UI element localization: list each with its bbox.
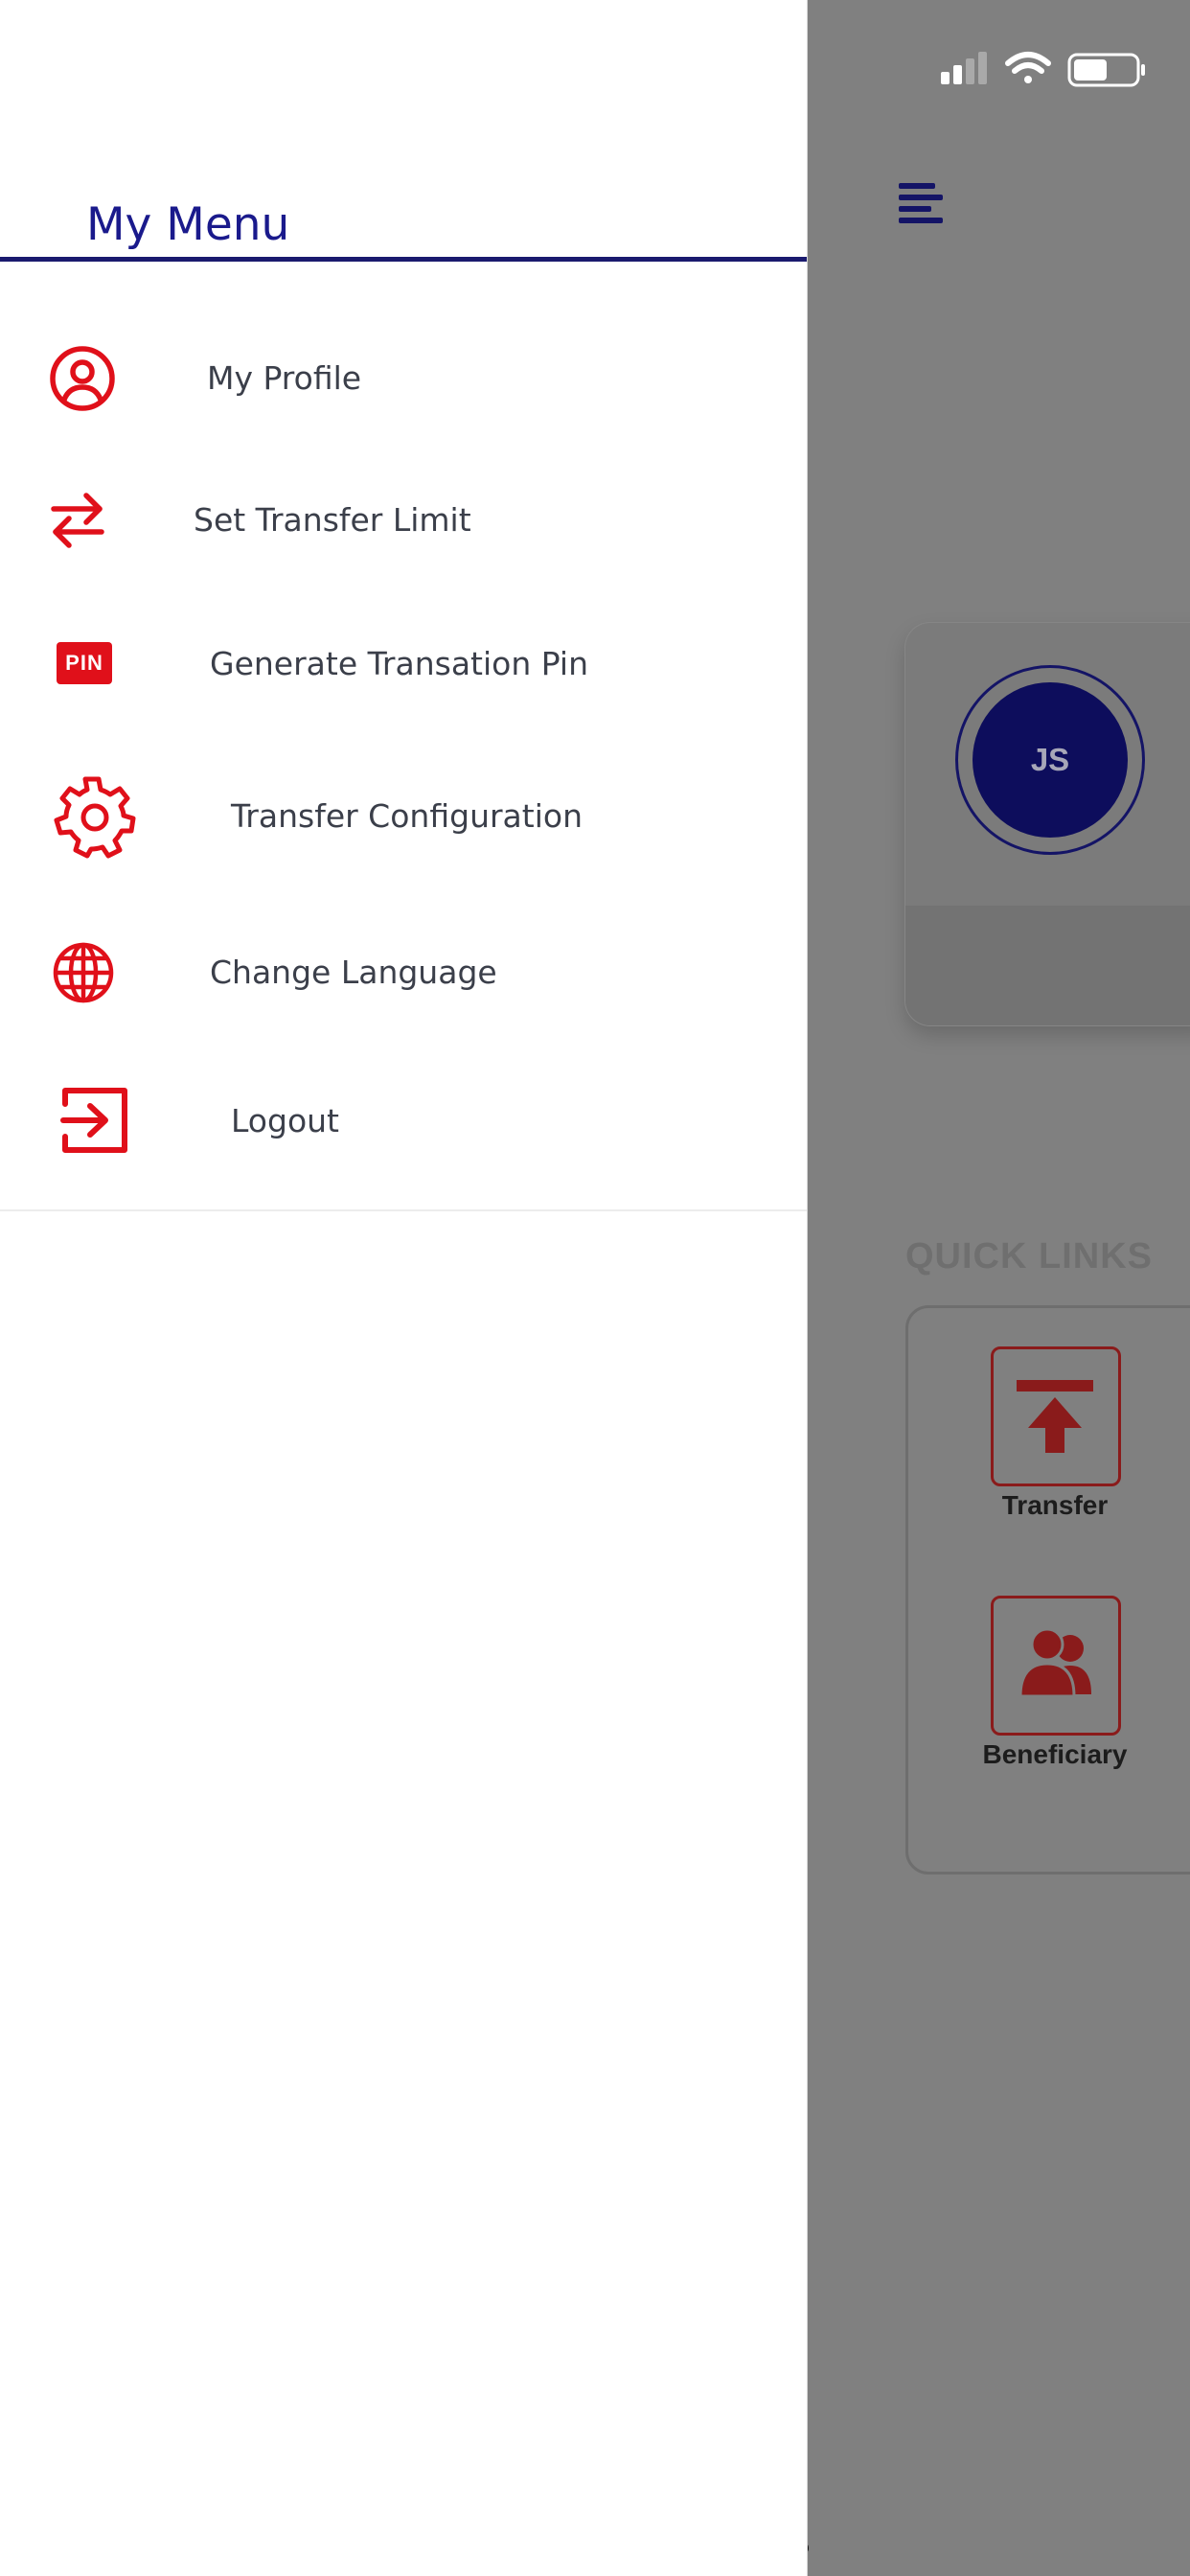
menu-item-label: Change Language [210, 954, 497, 991]
upload-arrow-icon [1017, 1380, 1093, 1453]
drawer-menu-divider [0, 1209, 807, 1211]
user-circle-icon [50, 346, 115, 411]
battery-icon [1067, 53, 1145, 87]
wifi-icon [1005, 52, 1051, 83]
menu-item-label: My Profile [207, 359, 362, 397]
beneficiary-quick-link-label: Beneficiary [982, 1739, 1128, 1769]
navigation-drawer: My Menu My Profile Set Transfer Limit PI… [0, 0, 807, 2576]
avatar[interactable]: JS [973, 682, 1128, 838]
drawer-title-divider [0, 257, 807, 262]
menu-item-label: Generate Transation Pin [210, 645, 589, 682]
users-icon [1018, 1627, 1091, 1698]
quick-links-panel: Transfer Beneficiary [905, 1305, 1190, 1874]
menu-item-my-profile[interactable]: My Profile [0, 321, 807, 436]
menu-item-set-transfer-limit[interactable]: Set Transfer Limit [0, 463, 807, 578]
globe-icon [53, 942, 114, 1003]
drawer-title: My Menu [86, 198, 290, 251]
profile-card-footer [905, 906, 1190, 1025]
menu-toggle-icon[interactable] [893, 177, 947, 231]
pin-badge-icon: PIN [57, 642, 112, 684]
quick-links-title: QUICK LINKS [905, 1236, 1153, 1276]
transfer-quick-link[interactable] [991, 1346, 1121, 1486]
beneficiary-quick-link[interactable] [991, 1596, 1121, 1736]
menu-item-generate-transation-pin[interactable]: PIN Generate Transation Pin [0, 607, 807, 722]
swap-arrows-icon [51, 493, 104, 548]
status-bar [920, 48, 1159, 96]
transfer-quick-link-label: Transfer [1001, 1490, 1109, 1520]
logout-icon [60, 1088, 127, 1153]
menu-item-logout[interactable]: Logout [0, 1064, 807, 1179]
menu-item-label: Transfer Configuration [231, 797, 583, 835]
menu-item-label: Logout [231, 1102, 339, 1139]
menu-item-transfer-configuration[interactable]: Transfer Configuration [0, 759, 807, 874]
gear-icon [54, 776, 136, 859]
profile-card[interactable]: JS [905, 623, 1190, 1025]
menu-item-label: Set Transfer Limit [194, 501, 471, 539]
menu-item-change-language[interactable]: Change Language [0, 915, 807, 1030]
cellular-signal-icon [941, 52, 987, 84]
